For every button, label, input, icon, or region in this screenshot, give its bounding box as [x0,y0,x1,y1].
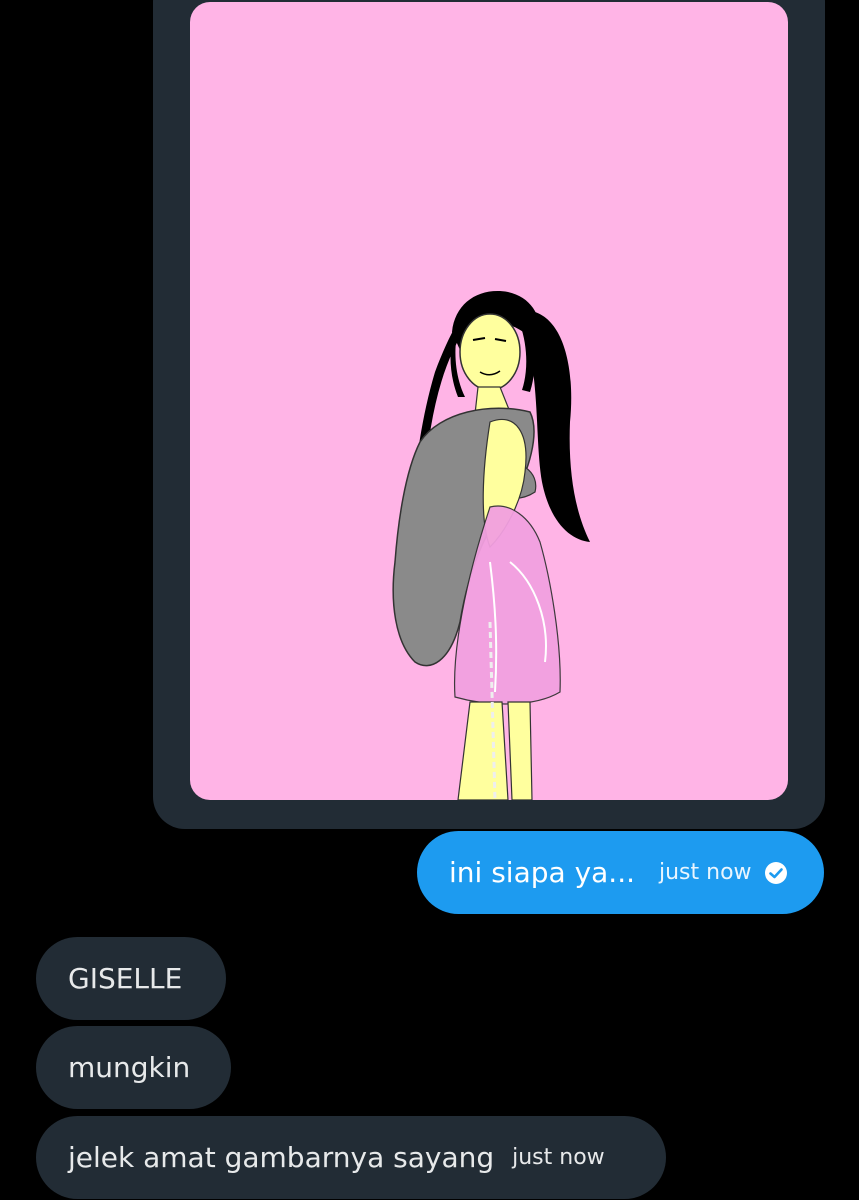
received-message-bubble[interactable]: GISELLE [36,937,226,1020]
received-message-text: mungkin [68,1051,191,1084]
received-message-text: jelek amat gambarnya sayang [68,1141,495,1174]
shared-drawing-image[interactable] [190,2,788,800]
check-circle-icon [764,861,788,885]
sent-message-time: just now [659,860,752,885]
sent-message-bubble[interactable]: ini siapa ya... just now [417,831,824,914]
received-message-bubble[interactable]: mungkin [36,1026,231,1109]
received-message-time: just now [512,1145,605,1170]
drawing-illustration [392,291,590,800]
sent-message-text: ini siapa ya... [449,856,635,889]
received-message-bubble[interactable]: jelek amat gambarnya sayang just now [36,1116,666,1199]
received-message-text: GISELLE [68,962,183,995]
